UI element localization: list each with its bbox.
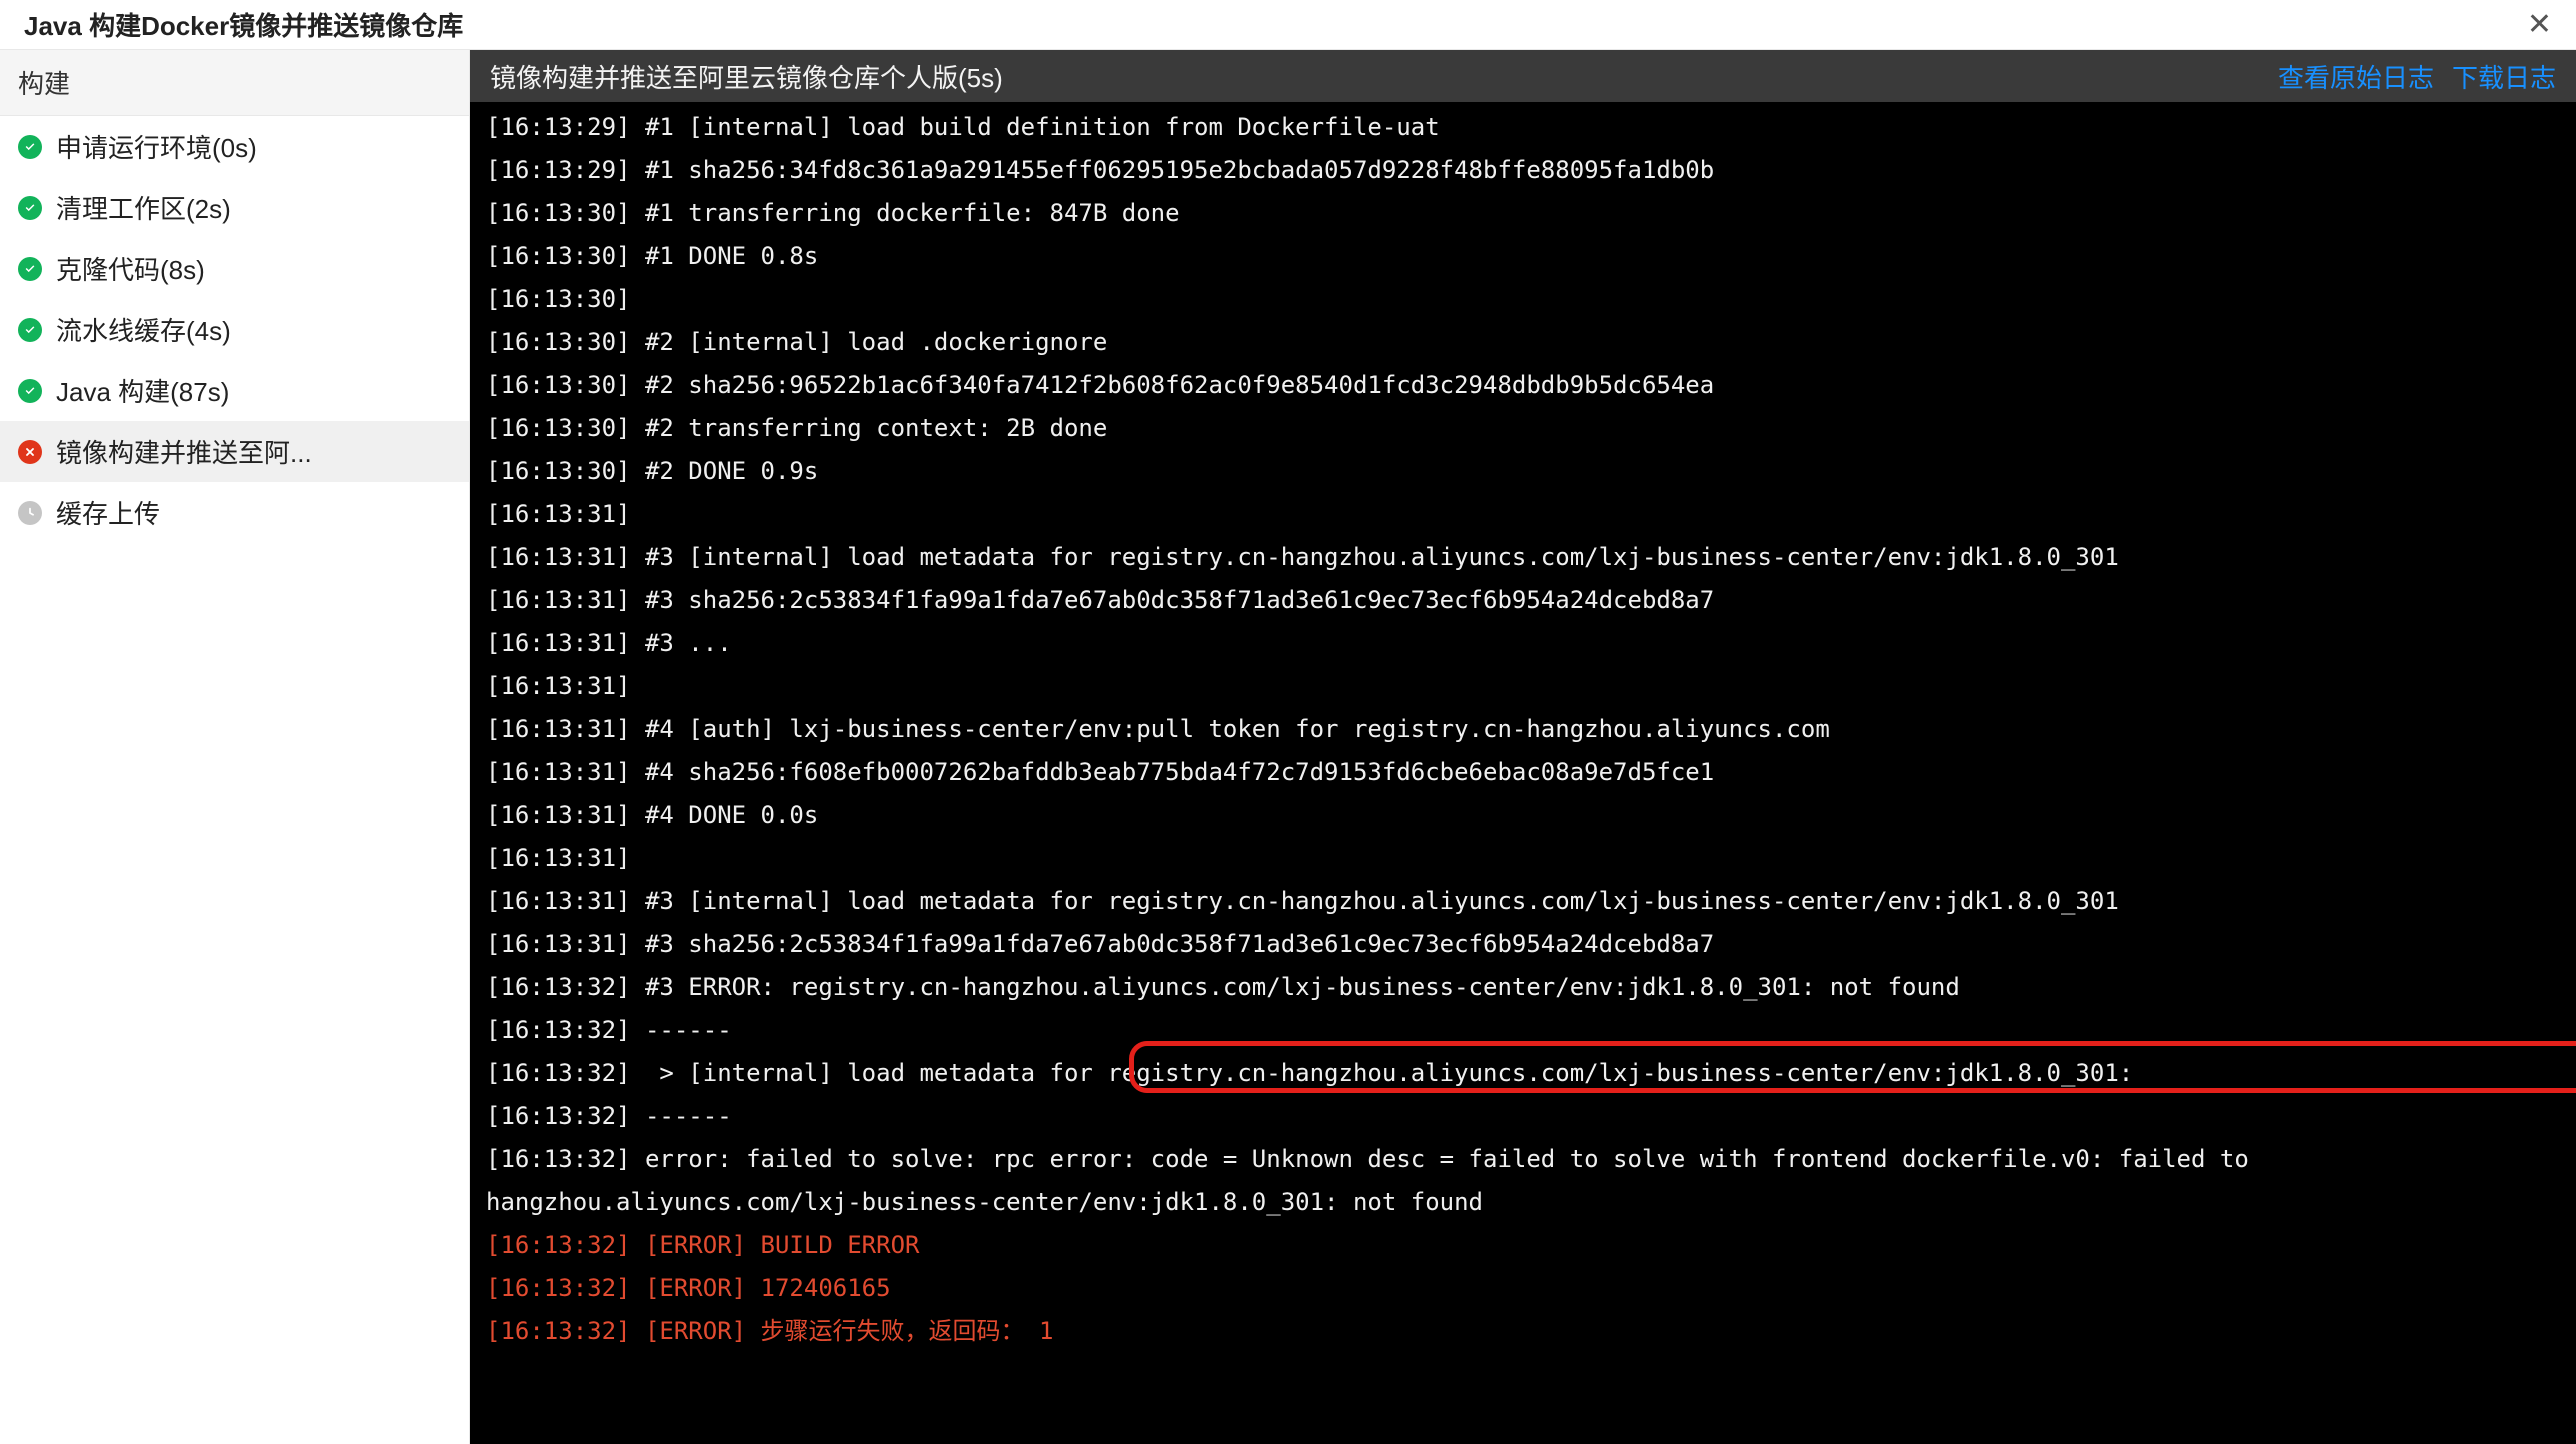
log-line: [16:13:31] #3 ... (486, 622, 2560, 665)
step-item-0[interactable]: 申请运行环境(0s) (0, 116, 469, 177)
view-raw-log-link[interactable]: 查看原始日志 (2278, 58, 2434, 95)
success-icon (18, 318, 42, 342)
log-line: [16:13:31] #3 sha256:2c53834f1fa99a1fda7… (486, 923, 2560, 966)
log-line: [16:13:31] (486, 665, 2560, 708)
log-line: [16:13:31] #4 sha256:f608efb0007262bafdd… (486, 751, 2560, 794)
log-line: [16:13:32] error: failed to solve: rpc e… (486, 1138, 2560, 1224)
log-line: [16:13:32] [ERROR] 步骤运行失败，返回码： 1 (486, 1310, 2560, 1353)
download-log-link[interactable]: 下载日志 (2452, 58, 2556, 95)
log-line: [16:13:30] #2 [internal] load .dockerign… (486, 321, 2560, 364)
step-item-2[interactable]: 克隆代码(8s) (0, 238, 469, 299)
log-line: [16:13:32] > [internal] load metadata fo… (486, 1052, 2560, 1095)
log-line: [16:13:31] (486, 493, 2560, 536)
log-header: 镜像构建并推送至阿里云镜像仓库个人版(5s) 查看原始日志 下载日志 (470, 50, 2576, 102)
log-line: [16:13:31] #4 [auth] lxj-business-center… (486, 708, 2560, 751)
step-label: 清理工作区(2s) (56, 189, 231, 226)
log-line: [16:13:30] #2 transferring context: 2B d… (486, 407, 2560, 450)
success-icon (18, 379, 42, 403)
error-icon (18, 440, 42, 464)
log-line: [16:13:30] #1 transferring dockerfile: 8… (486, 192, 2560, 235)
log-line: [16:13:30] #2 sha256:96522b1ac6f340fa741… (486, 364, 2560, 407)
log-line: [16:13:30] #1 DONE 0.8s (486, 235, 2560, 278)
log-line: [16:13:32] ------ (486, 1009, 2560, 1052)
log-line: [16:13:30] #2 DONE 0.9s (486, 450, 2560, 493)
log-line: [16:13:29] #1 [internal] load build defi… (486, 106, 2560, 149)
log-line: [16:13:30] (486, 278, 2560, 321)
log-area[interactable]: [16:13:29] #1 [internal] load build defi… (470, 102, 2576, 1444)
log-line: [16:13:31] #3 [internal] load metadata f… (486, 536, 2560, 579)
log-title: 镜像构建并推送至阿里云镜像仓库个人版(5s) (490, 58, 1003, 95)
step-item-6[interactable]: 缓存上传 (0, 482, 469, 543)
sidebar: 构建 申请运行环境(0s) 清理工作区(2s) 克隆代码(8s) 流水线缓存(4s) J… (0, 50, 470, 1444)
log-line: [16:13:31] #3 [internal] load metadata f… (486, 880, 2560, 923)
log-line: [16:13:32] [ERROR] BUILD ERROR (486, 1224, 2560, 1267)
success-icon (18, 196, 42, 220)
log-line: [16:13:32] [ERROR] 172406165 (486, 1267, 2560, 1310)
step-label: 申请运行环境(0s) (56, 128, 257, 165)
page-title: Java 构建Docker镜像并推送镜像仓库 (24, 6, 463, 43)
step-label: Java 构建(87s) (56, 372, 229, 409)
step-label: 流水线缓存(4s) (56, 311, 231, 348)
log-line: [16:13:31] #3 sha256:2c53834f1fa99a1fda7… (486, 579, 2560, 622)
log-line: [16:13:29] #1 sha256:34fd8c361a9a291455e… (486, 149, 2560, 192)
log-line: [16:13:32] ------ (486, 1095, 2560, 1138)
close-icon[interactable]: ✕ (2527, 10, 2552, 40)
sidebar-title: 构建 (0, 50, 469, 116)
step-list: 申请运行环境(0s) 清理工作区(2s) 克隆代码(8s) 流水线缓存(4s) Java… (0, 116, 469, 543)
step-item-5[interactable]: 镜像构建并推送至阿... (0, 421, 469, 482)
header: Java 构建Docker镜像并推送镜像仓库 ✕ (0, 0, 2576, 50)
pending-icon (18, 501, 42, 525)
success-icon (18, 257, 42, 281)
success-icon (18, 135, 42, 159)
step-item-4[interactable]: Java 构建(87s) (0, 360, 469, 421)
step-label: 缓存上传 (56, 494, 160, 531)
log-panel: 镜像构建并推送至阿里云镜像仓库个人版(5s) 查看原始日志 下载日志 [16:1… (470, 50, 2576, 1444)
log-header-links: 查看原始日志 下载日志 (2278, 58, 2556, 95)
step-label: 克隆代码(8s) (56, 250, 205, 287)
step-item-3[interactable]: 流水线缓存(4s) (0, 299, 469, 360)
log-line: [16:13:32] #3 ERROR: registry.cn-hangzho… (486, 966, 2560, 1009)
log-line: [16:13:31] (486, 837, 2560, 880)
step-label: 镜像构建并推送至阿... (56, 433, 312, 470)
step-item-1[interactable]: 清理工作区(2s) (0, 177, 469, 238)
log-line: [16:13:31] #4 DONE 0.0s (486, 794, 2560, 837)
